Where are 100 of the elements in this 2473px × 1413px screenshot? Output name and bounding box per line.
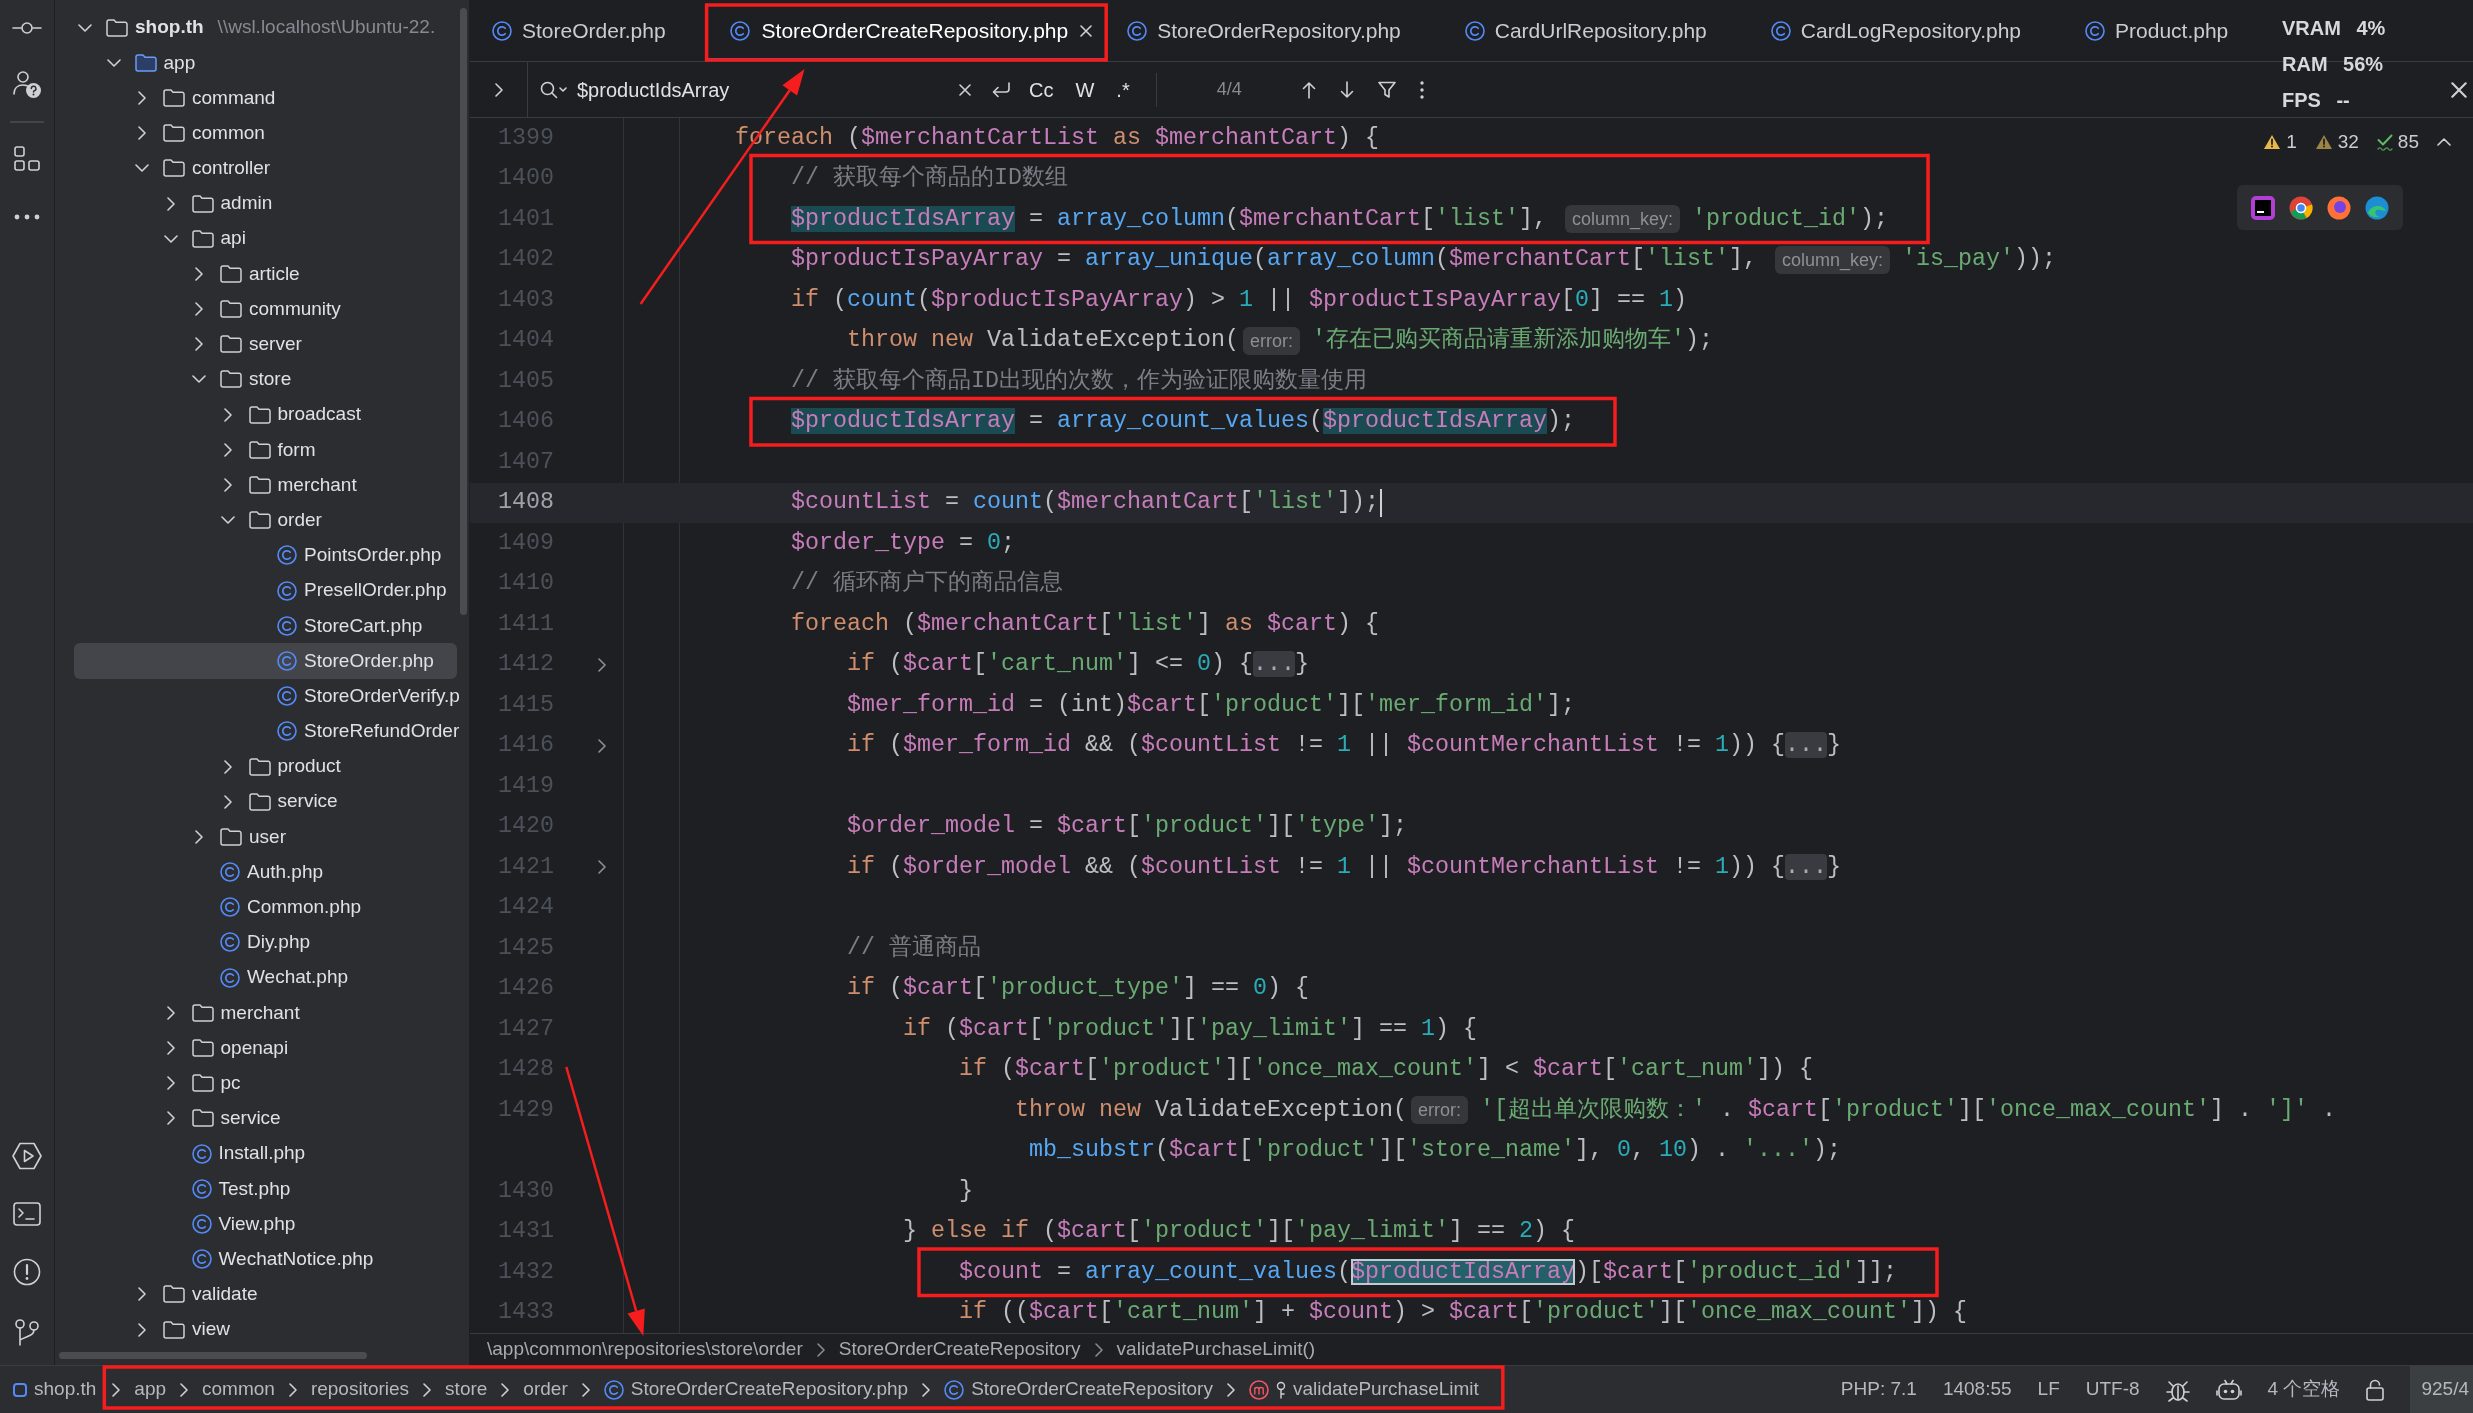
tree-item[interactable]: command <box>130 80 276 116</box>
status-item[interactable]: 4 个空格 <box>2267 1375 2341 1404</box>
editor-tab[interactable]: StoreOrder.php <box>470 0 708 61</box>
breadcrumb-item[interactable]: StoreOrderCreateRepository <box>944 1375 1213 1404</box>
square-logo-icon[interactable] <box>2251 195 2275 220</box>
tree-item[interactable]: Test.php <box>191 1171 291 1207</box>
tree-item[interactable]: View.php <box>191 1206 296 1242</box>
breadcrumb-item[interactable]: store <box>445 1375 488 1404</box>
tree-item[interactable]: Install.php <box>191 1136 306 1172</box>
toggle-button[interactable]: Cc <box>1025 79 1058 100</box>
tree-item[interactable]: pc <box>158 1065 241 1101</box>
tree-item[interactable]: community <box>187 291 341 327</box>
search-icon[interactable] <box>540 80 567 99</box>
tree-item[interactable]: PointsOrder.php <box>277 537 442 573</box>
more-icon[interactable] <box>14 214 40 220</box>
breadcrumb-item[interactable]: validatePurchaseLimit() <box>1116 1335 1316 1364</box>
chevron-right-icon[interactable] <box>138 1322 146 1337</box>
tree-item[interactable]: PresellOrder.php <box>277 573 447 609</box>
tree-item[interactable]: service <box>215 784 338 820</box>
scrollbar-thumb[interactable] <box>460 8 467 615</box>
editor-tab[interactable]: CardUrlRepository.php <box>1442 0 1749 61</box>
user-question-icon[interactable] <box>12 69 42 99</box>
breadcrumb-item[interactable]: validatePurchaseLimit <box>1248 1375 1479 1404</box>
breadcrumb-item[interactable]: common <box>202 1375 275 1404</box>
tree-item[interactable]: app <box>101 45 196 81</box>
arrow-up-icon[interactable] <box>1301 80 1316 99</box>
chevron-down-icon[interactable] <box>135 164 149 173</box>
editor-tab[interactable]: StoreOrderCreateRepository.php <box>707 0 1106 61</box>
tree-item[interactable]: WechatNotice.php <box>191 1241 374 1277</box>
browser-icon[interactable] <box>2365 195 2389 220</box>
arrow-down-icon[interactable] <box>1339 80 1354 99</box>
chevron-right-icon[interactable] <box>195 266 203 281</box>
breadcrumb-item[interactable]: \app\common\repositories\store\order <box>487 1335 803 1364</box>
tree-item[interactable]: form <box>215 432 316 468</box>
chevron-right-icon[interactable] <box>195 829 203 844</box>
tree-item[interactable]: openapi <box>158 1030 289 1066</box>
chevron-right-icon[interactable] <box>598 657 606 672</box>
chevron-right-icon[interactable] <box>223 759 232 774</box>
tree-item[interactable]: StoreOrderVerify.p <box>277 678 460 714</box>
status-item[interactable]: UTF-8 <box>2085 1375 2140 1404</box>
tree-item[interactable]: user <box>187 819 286 855</box>
tree-item[interactable]: validate <box>130 1276 258 1312</box>
chevron-right-icon[interactable] <box>195 302 203 317</box>
chevron-right-icon[interactable] <box>166 1041 175 1056</box>
breadcrumb-item[interactable]: StoreOrderCreateRepository <box>838 1335 1081 1364</box>
chevron-right-icon[interactable] <box>223 478 232 493</box>
chevron-down-icon[interactable] <box>220 516 235 525</box>
filter-icon[interactable] <box>1377 80 1396 99</box>
tree-item[interactable]: store <box>187 361 292 398</box>
tree-item[interactable]: admin <box>158 185 273 222</box>
more-vertical-icon[interactable] <box>1419 80 1424 99</box>
chevron-down-icon[interactable] <box>163 234 178 243</box>
commit-icon[interactable] <box>12 22 42 34</box>
tree-item[interactable]: Wechat.php <box>220 960 349 996</box>
breadcrumb-item[interactable]: app <box>134 1375 167 1404</box>
breadcrumb-item[interactable]: shop.th <box>13 1375 97 1404</box>
close-icon[interactable] <box>959 83 971 96</box>
chevron-right-icon[interactable] <box>223 794 232 809</box>
tree-item[interactable]: product <box>215 748 341 785</box>
tree-item[interactable]: controller <box>130 150 271 186</box>
search-field[interactable]: $productIdsArray <box>577 74 955 105</box>
chevron-right-icon[interactable] <box>138 126 146 141</box>
chevron-right-icon[interactable] <box>166 196 175 211</box>
breadcrumb-item[interactable]: repositories <box>310 1375 410 1404</box>
chevron-right-icon[interactable] <box>138 90 146 105</box>
chevron-right-icon[interactable] <box>494 82 503 97</box>
tree-item[interactable]: StoreRefundOrder <box>277 713 460 749</box>
editor-tab[interactable]: StoreOrderRepository.php <box>1105 0 1443 61</box>
breadcrumb-item[interactable]: StoreOrderCreateRepository.php <box>603 1375 909 1404</box>
robot-icon[interactable] <box>2215 1378 2242 1401</box>
toggle-button[interactable]: .* <box>1112 79 1134 100</box>
chevron-right-icon[interactable] <box>138 1287 146 1302</box>
chevron-right-icon[interactable] <box>598 860 606 875</box>
open-lock-icon[interactable] <box>2366 1378 2385 1401</box>
tree-item[interactable]: Diy.php <box>220 924 310 961</box>
chevron-down-icon[interactable] <box>106 58 121 67</box>
close-icon[interactable] <box>1080 24 1093 37</box>
toggle-button[interactable]: W <box>1071 79 1099 100</box>
tree-item[interactable]: api <box>158 221 246 257</box>
tree-item[interactable]: shop.th \\wsl.localhost\Ubuntu-22. <box>73 10 436 46</box>
tree-item[interactable]: view <box>130 1311 230 1348</box>
play-hexagon-icon[interactable] <box>12 1142 42 1170</box>
status-item[interactable]: LF <box>2037 1375 2060 1404</box>
terminal-icon[interactable] <box>13 1202 41 1226</box>
close-icon[interactable] <box>2451 81 2467 98</box>
chevron-right-icon[interactable] <box>223 442 232 457</box>
chevron-right-icon[interactable] <box>166 1076 175 1091</box>
editor-tab[interactable]: Product.php <box>2063 0 2271 61</box>
tree-item[interactable]: Common.php <box>220 889 362 925</box>
chevron-right-icon[interactable] <box>166 1005 175 1020</box>
breadcrumb-item[interactable]: order <box>523 1375 568 1404</box>
problem-count-button[interactable]: 1 <box>2263 128 2297 157</box>
tree-item[interactable]: merchant <box>158 995 300 1031</box>
chevron-down-icon[interactable] <box>192 375 206 384</box>
problem-count-button[interactable]: 32 <box>2314 128 2359 157</box>
browser-icon[interactable] <box>2289 195 2313 220</box>
tree-item[interactable]: common <box>130 115 265 151</box>
return-arrow-icon[interactable] <box>991 81 1011 98</box>
tree-item[interactable]: service <box>158 1100 281 1136</box>
scrollbar-thumb[interactable] <box>59 1352 367 1359</box>
